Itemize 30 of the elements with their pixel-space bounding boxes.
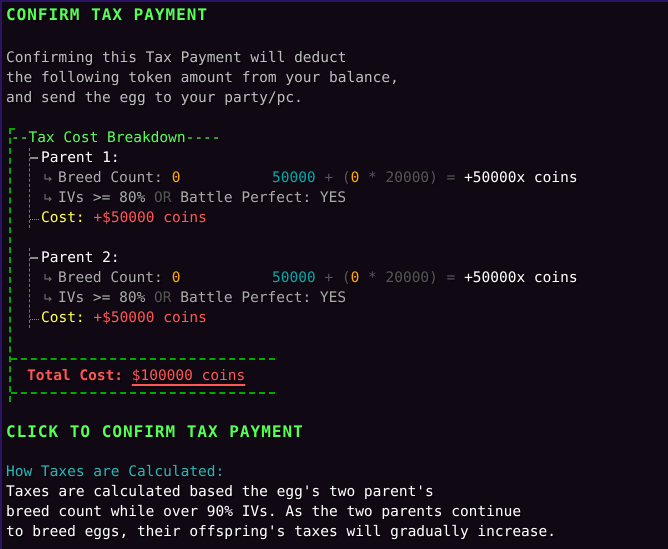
cost-label: Cost: [41, 309, 86, 328]
total-cost-value: $100000 coins [132, 367, 246, 386]
breed-count-value: 0 [172, 169, 180, 188]
parent-label: Parent 2: [41, 249, 120, 268]
dialog-title: CONFIRM TAX PAYMENT [6, 5, 208, 25]
cost-value: +$50000 coins [93, 209, 207, 228]
info-text: Taxes are calculated based the egg's two parent's [6, 483, 434, 502]
info-heading: How Taxes are Calculated: [6, 463, 224, 482]
section-heading: --Tax Cost Breakdown---- [11, 129, 221, 148]
breed-count-label: Breed Count: [58, 169, 163, 188]
tax-formula: 50000 + (0 * 20000) = +50000x coins [272, 269, 578, 288]
description-text: the following token amount from your balance, [6, 69, 399, 88]
tax-formula: 50000 + (0 * 20000) = +50000x coins [272, 169, 578, 188]
cost-value: +$50000 coins [93, 309, 207, 328]
total-cost-label: Total Cost: [27, 367, 124, 386]
arrow-icon [44, 274, 52, 282]
parent-label: Parent 1: [41, 149, 120, 168]
description-text: Confirming this Tax Payment will deduct [6, 49, 346, 68]
arrow-icon [44, 194, 52, 202]
arrow-icon [44, 294, 52, 302]
breed-count-label: Breed Count: [58, 269, 163, 288]
info-text: breed count while over 90% IVs. As the two parents continue [6, 503, 522, 522]
confirm-link[interactable]: CLICK TO CONFIRM TAX PAYMENT [6, 422, 304, 442]
requirement-text: IVs >= 80% OR Battle Perfect: YES [58, 289, 346, 308]
description-text: and send the egg to your party/pc. [6, 89, 303, 108]
info-text: to breed eggs, their offspring's taxes will gradually increase. [6, 523, 556, 542]
breed-count-value: 0 [172, 269, 180, 288]
cost-label: Cost: [41, 209, 86, 228]
requirement-text: IVs >= 80% OR Battle Perfect: YES [58, 189, 346, 208]
arrow-icon [44, 174, 52, 182]
